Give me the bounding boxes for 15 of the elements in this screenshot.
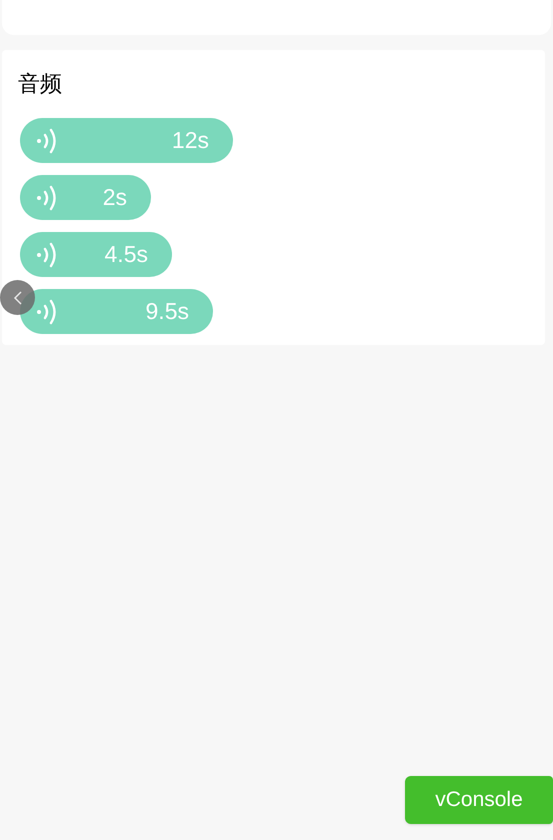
duration-label: 4.5s bbox=[104, 240, 148, 270]
voice-message[interactable]: 4.5s bbox=[20, 232, 172, 277]
duration-label: 2s bbox=[102, 183, 127, 212]
sound-wave-icon bbox=[36, 184, 58, 212]
voice-message[interactable]: 12s bbox=[20, 118, 233, 163]
duration-label: 9.5s bbox=[146, 297, 189, 326]
sound-wave-icon bbox=[36, 298, 58, 326]
duration-label: 12s bbox=[172, 126, 209, 156]
voice-message[interactable]: 2s bbox=[20, 175, 151, 220]
section-title: 音频 bbox=[18, 70, 62, 98]
chevron-left-icon bbox=[12, 290, 22, 304]
vconsole-button[interactable]: vConsole bbox=[405, 776, 553, 824]
voice-message[interactable]: 9.5s bbox=[20, 289, 213, 334]
sound-wave-icon bbox=[36, 240, 58, 268]
sound-wave-icon bbox=[36, 126, 58, 154]
